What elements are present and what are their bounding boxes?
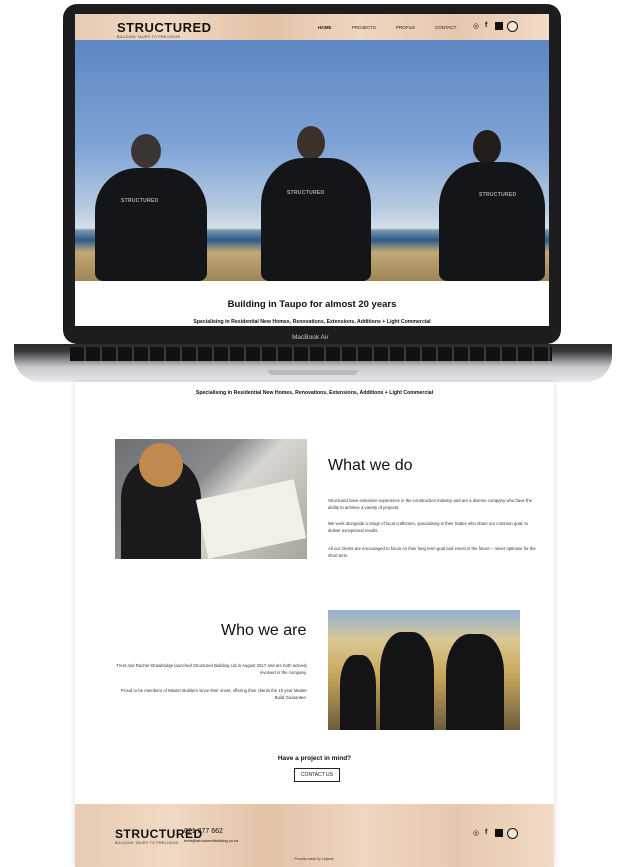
who-we-are-heading: Who we are — [221, 622, 307, 639]
hero-image: STRUCTURED STRUCTURED STRUCTURED — [75, 40, 549, 281]
site-footer: STRUCTURED BUILDING TAUPO TO PRECISION 0… — [75, 804, 554, 867]
person-silhouette — [380, 632, 434, 730]
who-we-are-paragraph: Trent and Rachel Strawbridge launched St… — [116, 663, 307, 675]
shirt-logo: STRUCTURED — [479, 192, 517, 198]
logo-text: STRUCTURED — [117, 20, 212, 35]
hero-title: Building in Taupo for almost 20 years — [227, 299, 397, 310]
laptop-notch — [268, 370, 358, 375]
person-silhouette: STRUCTURED — [261, 158, 371, 281]
master-builders-icon[interactable] — [507, 21, 518, 32]
nav-projects[interactable]: PROJECTS — [352, 25, 376, 30]
nav-home[interactable]: HOME — [318, 25, 332, 30]
person-head — [297, 126, 325, 160]
cta-question: Have a project in mind? — [277, 755, 352, 762]
hero-subtitle-repeat: Specialising in Residential New Homes, R… — [195, 390, 434, 396]
what-we-do-paragraph: Structured have extensive experience in … — [328, 498, 532, 510]
laptop-screen: STRUCTURED BUILDING TAUPO TO PRECISION H… — [75, 14, 549, 326]
shirt-logo: STRUCTURED — [121, 198, 159, 204]
what-we-do-heading: What we do — [328, 457, 413, 474]
what-we-do-photo — [115, 439, 307, 559]
person-head — [131, 134, 161, 168]
blueprint — [195, 479, 307, 559]
contact-us-button[interactable]: CONTACT US — [294, 768, 340, 782]
shirt-logo: STRUCTURED — [287, 190, 325, 196]
logo-tagline: BUILDING TAUPO TO PRECISION — [117, 35, 181, 39]
site-header: STRUCTURED BUILDING TAUPO TO PRECISION H… — [75, 14, 549, 40]
nzcb-icon[interactable] — [495, 22, 503, 30]
page-continuation: Specialising in Residential New Homes, R… — [75, 382, 554, 867]
facebook-icon[interactable]: f — [485, 829, 487, 836]
master-builders-icon[interactable] — [507, 828, 518, 839]
who-we-are-photo — [328, 610, 520, 730]
site-logo[interactable]: STRUCTURED BUILDING TAUPO TO PRECISION — [117, 20, 212, 39]
person-silhouette — [340, 655, 376, 730]
what-we-do-paragraph: All our clients are encouraged to focus … — [328, 546, 536, 558]
person-head — [473, 130, 501, 164]
facebook-icon[interactable]: f — [485, 22, 487, 29]
what-we-do-paragraph: We work alongside a range of local craft… — [328, 521, 529, 533]
nzcb-icon[interactable] — [495, 829, 503, 837]
footer-email[interactable]: trent@structuredbuilding.co.nz — [184, 838, 238, 843]
instagram-icon[interactable]: ◎ — [473, 829, 479, 837]
person-silhouette: STRUCTURED — [439, 162, 545, 281]
nav-profile[interactable]: PROFILE — [396, 25, 415, 30]
person-hair — [139, 443, 183, 487]
hero-subtitle: Specialising in Residential New Homes, R… — [193, 319, 431, 325]
footer-credit[interactable]: Proudly made by Legend. — [75, 857, 554, 861]
laptop-model-label: MacBook Air — [292, 334, 329, 341]
instagram-icon[interactable]: ◎ — [473, 22, 479, 30]
keyboard — [70, 347, 552, 361]
person-silhouette: STRUCTURED — [95, 168, 207, 281]
nav-contact[interactable]: CONTACT — [435, 25, 456, 30]
person-silhouette — [446, 634, 504, 730]
who-we-are-paragraph: Proud to be members of Master Builders s… — [120, 688, 307, 700]
footer-phone[interactable]: 021 877 662 — [184, 828, 223, 835]
